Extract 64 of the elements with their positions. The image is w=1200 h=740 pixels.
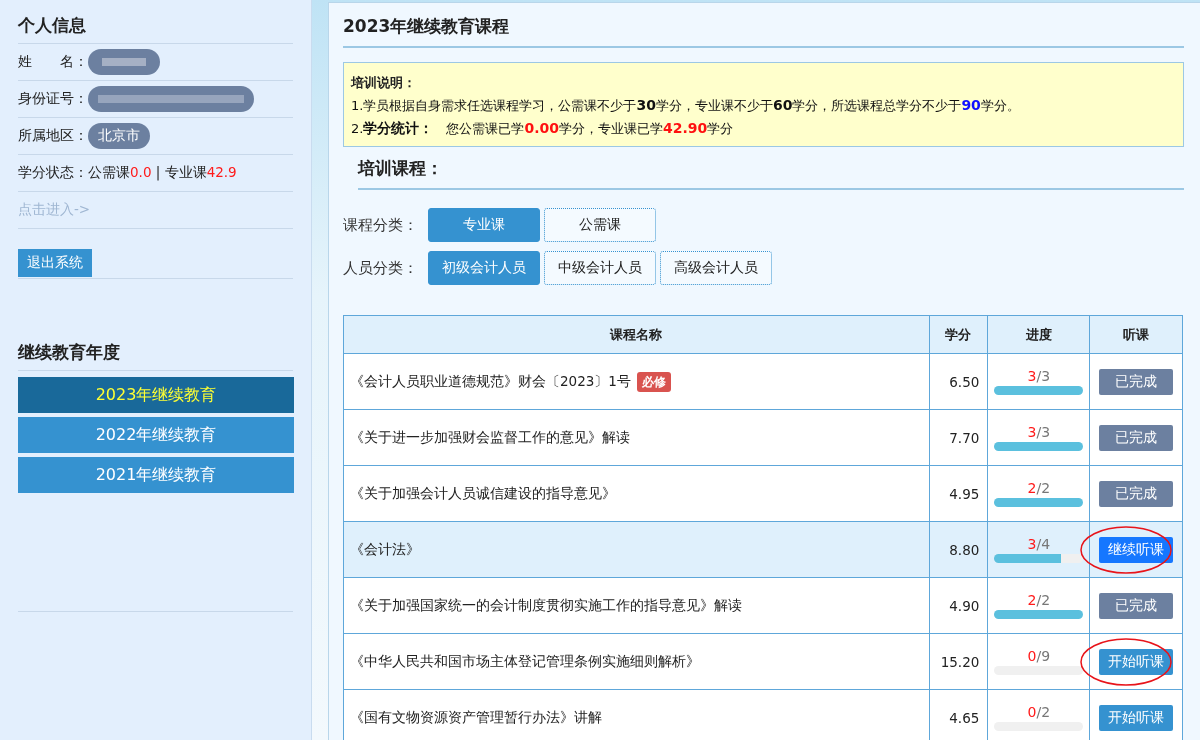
column-header: 进度 <box>987 315 1090 354</box>
progress-count: 2/2 <box>1027 480 1051 496</box>
progress-count: 3/4 <box>1027 536 1051 552</box>
section-title: 个人信息 <box>18 8 293 44</box>
progress-count: 0/2 <box>1027 704 1051 720</box>
filter-option[interactable]: 中级会计人员 <box>544 251 656 285</box>
year-button[interactable]: 2023年继续教育 <box>18 377 294 413</box>
lesson-button[interactable]: 开始听课 <box>1099 704 1174 731</box>
lesson-button[interactable]: 已完成 <box>1099 424 1174 451</box>
column-header: 听课 <box>1089 315 1183 354</box>
field-label: 所属地区： <box>18 127 88 145</box>
course-row[interactable]: 《关于加强会计人员诚信建设的指导意见》 4.95 2/2 已完成 <box>343 465 1183 522</box>
column-header: 学分 <box>929 315 988 354</box>
course-row[interactable]: 《会计人员职业道德规范》财会〔2023〕1号 必修 6.50 3/3 已完成 <box>343 353 1183 410</box>
credit-value: 8.80 <box>948 541 981 558</box>
redacted-name-drawing <box>88 49 160 75</box>
lesson-button[interactable]: 开始听课 <box>1099 648 1174 675</box>
course-row[interactable]: 《关于加强国家统一的会计制度贯彻实施工作的指导意见》解读 4.90 2/2 已完成 <box>343 577 1183 634</box>
course-row[interactable]: 《关于进一步加强财会监督工作的意见》解读 7.70 3/3 已完成 <box>343 409 1183 466</box>
notice-title: 培训说明： <box>351 74 417 92</box>
filter-option[interactable]: 高级会计人员 <box>660 251 772 285</box>
notice-text: 1.学员根据自身需求任选课程学习，公需课不少于30学分，专业课不少于60学分，所选课程总学分不少于90学分。 <box>351 96 1021 115</box>
region-value: 北京市 <box>88 123 150 149</box>
filter-label: 课程分类： <box>343 215 418 235</box>
filter-label: 人员分类： <box>343 258 418 278</box>
course-name: 《会计人员职业道德规范》财会〔2023〕1号 <box>350 372 631 389</box>
credit-value: 6.50 <box>948 373 981 390</box>
field-label: 姓 名： <box>18 53 88 71</box>
course-row[interactable]: 《会计法》 8.80 3/4 继续听课 <box>343 521 1183 578</box>
course-name: 《关于加强会计人员诚信建设的指导意见》 <box>350 484 616 501</box>
lesson-button[interactable]: 已完成 <box>1099 480 1174 507</box>
progress-count: 0/9 <box>1027 648 1051 664</box>
lesson-button[interactable]: 已完成 <box>1099 368 1174 395</box>
course-row[interactable]: 《中华人民共和国市场主体登记管理条例实施细则解析》 15.20 0/9 开始听课 <box>343 633 1183 690</box>
lesson-button[interactable]: 已完成 <box>1099 592 1174 619</box>
credit-value: 4.95 <box>948 485 981 502</box>
section-title: 培训课程： <box>358 151 1184 190</box>
credit-value: 4.90 <box>948 597 981 614</box>
filter-option[interactable]: 初级会计人员 <box>428 251 540 285</box>
lesson-button[interactable]: 继续听课 <box>1099 536 1174 563</box>
year-button[interactable]: 2022年继续教育 <box>18 417 294 453</box>
year-button[interactable]: 2021年继续教育 <box>18 457 294 493</box>
field-label: 身份证号： <box>18 90 88 108</box>
course-row[interactable]: 《国有文物资源资产管理暂行办法》讲解 4.65 0/2 开始听课 <box>343 689 1183 740</box>
credit-value: 7.70 <box>948 429 981 446</box>
course-name: 《中华人民共和国市场主体登记管理条例实施细则解析》 <box>350 652 700 669</box>
progress-count: 2/2 <box>1027 592 1051 608</box>
course-name: 《会计法》 <box>350 540 420 557</box>
course-name: 《关于进一步加强财会监督工作的意见》解读 <box>350 428 630 445</box>
filter-option[interactable]: 公需课 <box>544 208 656 242</box>
course-name: 《国有文物资源资产管理暂行办法》讲解 <box>350 708 602 725</box>
logout-button[interactable]: 退出系统 <box>18 249 92 277</box>
section-title: 继续教育年度 <box>18 335 293 371</box>
notice-text: 2.学分统计： 您公需课已学0.00学分，专业课已学42.90学分 <box>351 119 735 138</box>
progress-count: 3/3 <box>1027 424 1051 440</box>
filter-option[interactable]: 专业课 <box>428 208 540 242</box>
required-badge: 必修 <box>636 371 671 392</box>
credit-value: 15.20 <box>939 653 981 670</box>
page-title: 2023年继续教育课程 <box>343 11 1184 48</box>
column-header: 课程名称 <box>343 315 930 354</box>
progress-count: 3/3 <box>1027 368 1051 384</box>
course-name: 《关于加强国家统一的会计制度贯彻实施工作的指导意见》解读 <box>350 596 742 613</box>
credit-status: 学分状态：公需课0.0 | 专业课42.9 <box>18 164 237 182</box>
credit-value: 4.65 <box>948 709 981 726</box>
